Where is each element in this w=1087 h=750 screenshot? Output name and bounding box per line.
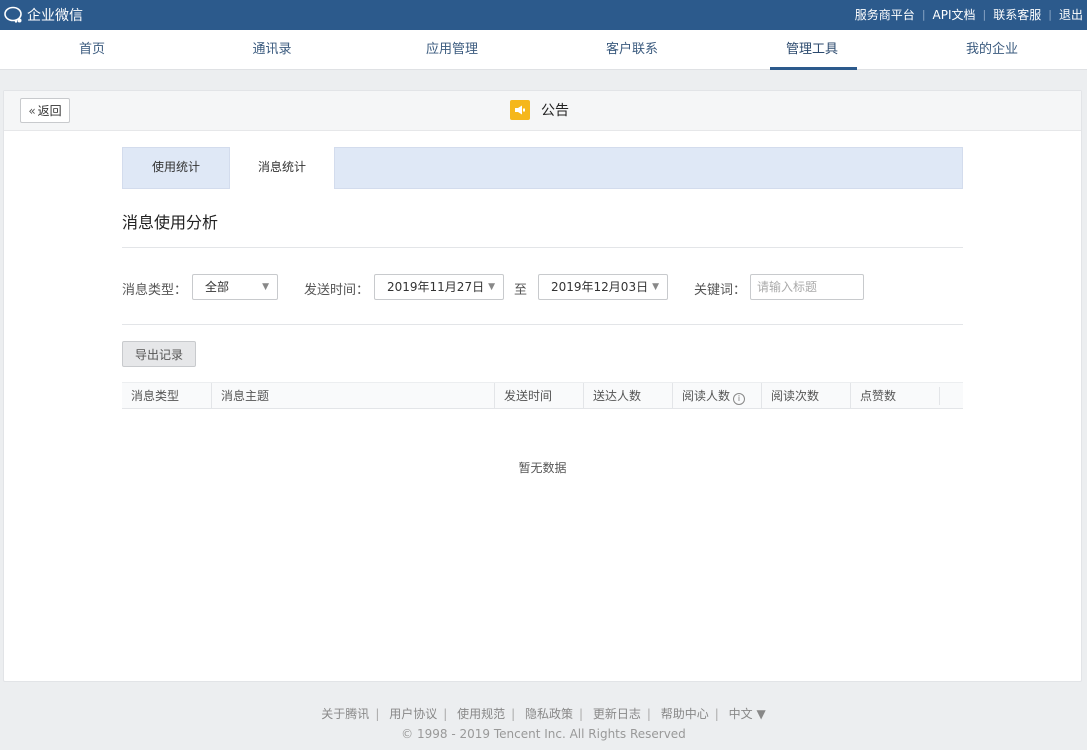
language-select[interactable]: 中文 ▼	[729, 707, 766, 721]
filter-bar: 消息类型： 全部 ▼ 发送时间： 2019年11月27日 ▼ 至 2019年12…	[122, 274, 963, 300]
message-type-label: 消息类型：	[122, 283, 188, 298]
app-title: 企业微信	[27, 8, 83, 24]
footer-links: 关于腾讯 | 用户协议 | 使用规范 | 隐私政策 | 更新日志 | 帮助中心 | 中文 ▼	[321, 707, 766, 721]
filter-divider	[122, 324, 963, 325]
caret-down-icon: ▼	[652, 282, 659, 292]
card-header: « 返回 公告	[4, 91, 1081, 131]
service-provider-link[interactable]: 服务商平台	[855, 6, 915, 23]
reader-count-label: 阅读人数	[682, 389, 731, 403]
caret-down-icon: ▼	[488, 282, 495, 292]
nav-item-app-management[interactable]: 应用管理	[362, 30, 542, 70]
caret-down-icon: ▼	[262, 282, 269, 292]
start-date-select[interactable]: 2019年11月27日 ▼	[374, 274, 504, 300]
app-logo[interactable]: 企业微信	[4, 5, 83, 25]
page-title: 公告	[541, 103, 569, 119]
main-nav: 首页 通讯录 应用管理 客户联系 管理工具 我的企业	[0, 30, 1087, 70]
footer-link-about[interactable]: 关于腾讯	[321, 707, 369, 721]
tab-message-stats[interactable]: 消息统计	[229, 147, 335, 189]
send-time-label: 发送时间：	[304, 283, 370, 298]
keyword-label: 关键词：	[694, 283, 747, 298]
wechat-work-logo-icon	[4, 6, 22, 23]
footer-link-changelog[interactable]: 更新日志	[593, 707, 641, 721]
nav-item-management-tools[interactable]: 管理工具	[722, 30, 902, 70]
keyword-input[interactable]	[750, 274, 864, 300]
nav-item-home[interactable]: 首页	[2, 30, 182, 70]
end-date-select[interactable]: 2019年12月03日 ▼	[538, 274, 668, 300]
contact-support-link[interactable]: 联系客服	[993, 6, 1041, 23]
footer-link-usage-rules[interactable]: 使用规范	[457, 707, 505, 721]
column-header-delivered-count[interactable]: 送达人数	[583, 383, 672, 409]
top-links: 服务商平台 | API文档 | 联系客服 | 退出	[854, 6, 1083, 23]
page-title-group: 公告	[510, 100, 569, 120]
top-bar: 企业微信 服务商平台 | API文档 | 联系客服 | 退出	[0, 0, 1087, 30]
end-date-value: 2019年12月03日	[551, 280, 649, 294]
content-card: « 返回 公告 使用统计 消息统计 消息使用分析 消息类型： 全部 ▼ 发送时间…	[3, 90, 1082, 682]
announcement-icon	[510, 100, 530, 120]
copyright: © 1998 - 2019 Tencent Inc. All Rights Re…	[401, 727, 686, 741]
column-header-likes[interactable]: 点赞数	[850, 383, 939, 409]
footer-link-help-center[interactable]: 帮助中心	[661, 707, 709, 721]
export-records-button[interactable]: 导出记录	[122, 341, 196, 367]
column-header-message-type[interactable]: 消息类型	[122, 383, 211, 409]
message-type-value: 全部	[205, 280, 230, 294]
footer-link-user-agreement[interactable]: 用户协议	[389, 707, 437, 721]
info-circle-icon[interactable]: i	[733, 393, 746, 405]
start-date-value: 2019年11月27日	[387, 280, 485, 294]
column-header-send-time[interactable]: 发送时间	[494, 383, 583, 409]
nav-item-my-enterprise[interactable]: 我的企业	[902, 30, 1082, 70]
double-chevron-left-icon: «	[28, 103, 36, 118]
section-divider	[122, 247, 963, 248]
stats-tabs: 使用统计 消息统计	[122, 147, 963, 189]
table-header: 消息类型 消息主题 发送时间 送达人数 阅读人数 i 阅读次数 点赞数	[122, 382, 963, 409]
column-header-message-subject[interactable]: 消息主题	[211, 383, 494, 409]
back-button[interactable]: « 返回	[20, 98, 70, 123]
to-label: 至	[514, 283, 528, 298]
nav-item-contacts[interactable]: 通讯录	[182, 30, 362, 70]
logout-link[interactable]: 退出	[1059, 6, 1083, 23]
footer-link-privacy[interactable]: 隐私政策	[525, 707, 573, 721]
column-header-reader-count[interactable]: 阅读人数 i	[672, 383, 761, 409]
api-docs-link[interactable]: API文档	[933, 6, 976, 23]
column-header-read-times[interactable]: 阅读次数	[761, 383, 850, 409]
empty-state: 暂无数据	[518, 461, 567, 475]
nav-item-customer-contact[interactable]: 客户联系	[542, 30, 722, 70]
section-title: 消息使用分析	[122, 213, 219, 232]
back-button-label: 返回	[37, 104, 62, 118]
message-type-select[interactable]: 全部 ▼	[192, 274, 278, 300]
tab-usage-stats[interactable]: 使用统计	[123, 147, 229, 189]
